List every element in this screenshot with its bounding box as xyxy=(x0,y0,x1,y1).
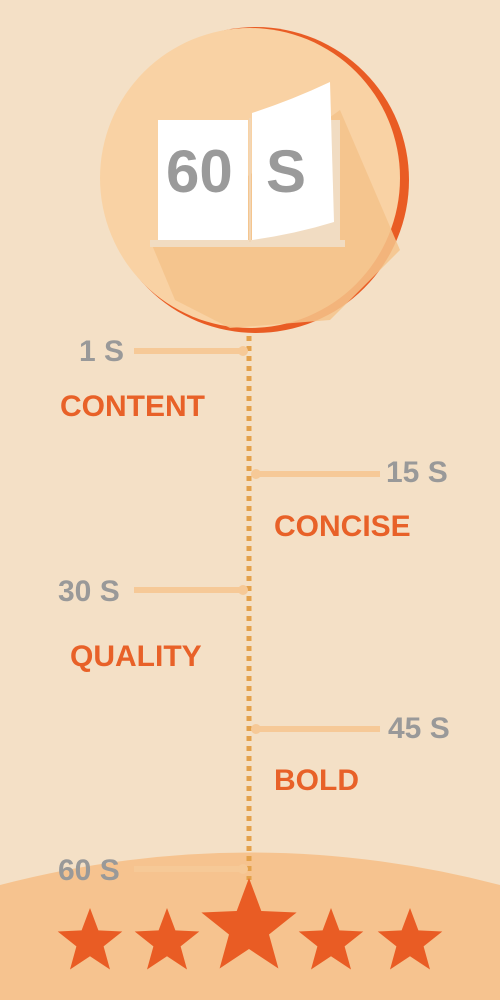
book-right-text: S xyxy=(266,138,307,205)
timeline-tick-dot xyxy=(238,585,248,595)
infographic: 60 S 1 S CONTENT 15 S CONCISE 30 S QUALI… xyxy=(0,0,500,1000)
time-label-4: 45 S xyxy=(388,712,450,745)
time-label-3: 30 S xyxy=(58,575,120,608)
book-left-text: 60 xyxy=(166,138,233,205)
milestone-label-2: CONCISE xyxy=(274,510,411,543)
timeline-tick-dot xyxy=(238,346,248,356)
time-label-1: 1 S xyxy=(79,335,125,368)
milestone-label-4: BOLD xyxy=(274,764,359,797)
milestone-label-3: QUALITY xyxy=(70,640,202,673)
time-label-2: 15 S xyxy=(386,456,448,489)
time-label-5: 60 S xyxy=(58,854,120,887)
milestone-label-1: CONTENT xyxy=(60,390,205,423)
timeline-tick-dot xyxy=(251,469,261,479)
timeline-tick-dot xyxy=(238,864,248,874)
artwork xyxy=(0,27,500,1000)
timeline-tick-dot xyxy=(251,724,261,734)
